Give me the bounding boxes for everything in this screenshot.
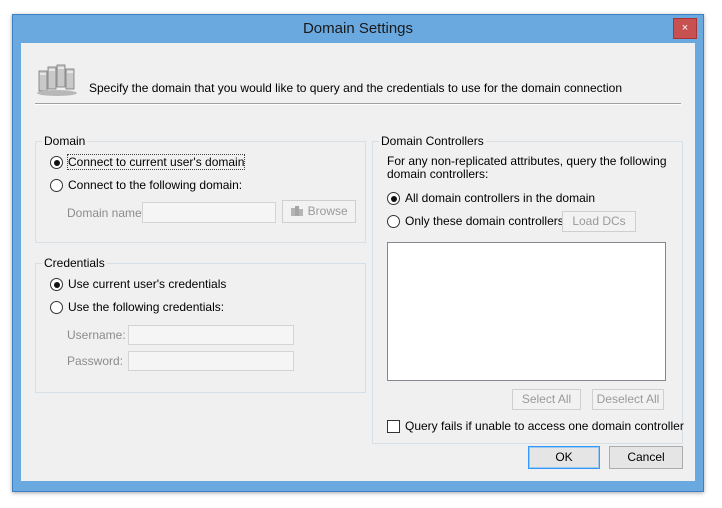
- server-domain-icon: [37, 64, 77, 96]
- deselect-all-button[interactable]: Deselect All: [592, 389, 664, 410]
- dialog-body: Specify the domain that you would like t…: [21, 43, 695, 481]
- radio-all-dcs[interactable]: [387, 192, 400, 205]
- password-field[interactable]: [128, 351, 294, 371]
- browse-icon: [291, 206, 304, 216]
- domain-group-label: Domain: [42, 134, 88, 148]
- radio-only-these-dcs[interactable]: [387, 215, 400, 228]
- header-description: Specify the domain that you would like t…: [89, 81, 622, 95]
- username-field[interactable]: [128, 325, 294, 345]
- ok-button[interactable]: OK: [528, 446, 600, 469]
- connect-current-domain-label[interactable]: Connect to current user's domain: [66, 154, 246, 170]
- radio-connect-following-domain[interactable]: [50, 179, 63, 192]
- radio-use-following-credentials[interactable]: [50, 301, 63, 314]
- select-all-button[interactable]: Select All: [512, 389, 581, 410]
- all-dcs-label[interactable]: All domain controllers in the domain: [405, 191, 595, 205]
- domain-controllers-group-label: Domain Controllers: [379, 134, 486, 148]
- username-label: Username:: [67, 328, 126, 342]
- title-bar[interactable]: Domain Settings ×: [13, 15, 703, 41]
- radio-use-current-credentials[interactable]: [50, 278, 63, 291]
- cancel-button[interactable]: Cancel: [609, 446, 683, 469]
- close-icon: ×: [681, 22, 689, 34]
- query-fails-label[interactable]: Query fails if unable to access one doma…: [405, 419, 684, 433]
- header-divider: [35, 103, 681, 105]
- browse-button[interactable]: Browse: [282, 200, 356, 223]
- radio-connect-current-domain[interactable]: [50, 156, 63, 169]
- domain-name-field[interactable]: [142, 202, 276, 223]
- query-fails-checkbox[interactable]: [387, 420, 400, 433]
- use-following-credentials-label[interactable]: Use the following credentials:: [68, 300, 224, 314]
- load-dcs-button[interactable]: Load DCs: [562, 211, 636, 232]
- browse-label: Browse: [307, 204, 348, 218]
- dc-listbox[interactable]: [387, 242, 666, 381]
- close-button[interactable]: ×: [673, 18, 697, 39]
- use-current-credentials-label[interactable]: Use current user's credentials: [68, 277, 226, 291]
- only-these-dcs-label[interactable]: Only these domain controllers:: [405, 214, 567, 228]
- password-label: Password:: [67, 354, 124, 368]
- dc-description: For any non-replicated attributes, query…: [387, 154, 667, 181]
- domain-settings-window: Domain Settings × Specify the domain tha…: [12, 14, 704, 492]
- domain-name-label: Domain name:: [67, 206, 146, 220]
- connect-following-domain-label[interactable]: Connect to the following domain:: [68, 178, 242, 192]
- credentials-group-label: Credentials: [42, 256, 107, 270]
- window-title: Domain Settings: [302, 20, 414, 37]
